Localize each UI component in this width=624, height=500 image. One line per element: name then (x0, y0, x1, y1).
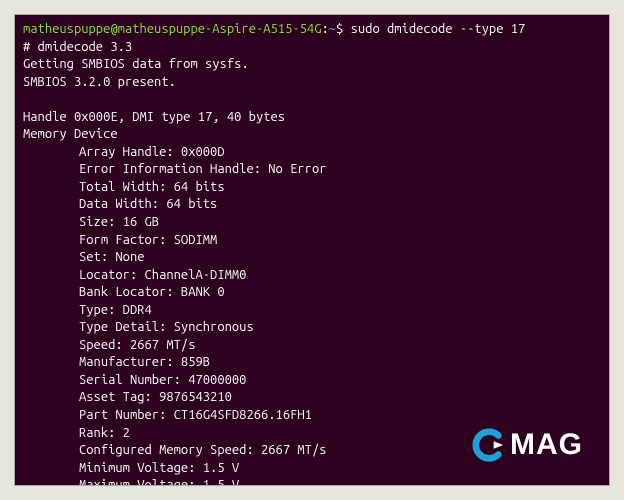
field-set: Set: None (23, 249, 601, 267)
prompt-separator: : (321, 22, 328, 36)
prompt-path: ~ (329, 22, 336, 36)
terminal-window[interactable]: matheuspuppe@matheuspuppe-Aspire-A515-54… (14, 14, 610, 486)
field-data-width: Data Width: 64 bits (23, 196, 601, 214)
prompt-line: matheuspuppe@matheuspuppe-Aspire-A515-54… (23, 21, 601, 39)
output-smbios: SMBIOS 3.2.0 present. (23, 74, 601, 92)
field-speed: Speed: 2667 MT/s (23, 337, 601, 355)
field-max-voltage: Maximum Voltage: 1.5 V (23, 477, 601, 486)
blank-line (23, 91, 601, 109)
command-text: sudo dmidecode --type 17 (351, 22, 526, 36)
field-type: Type: DDR4 (23, 302, 601, 320)
output-source: Getting SMBIOS data from sysfs. (23, 56, 601, 74)
prompt-user-host: matheuspuppe@matheuspuppe-Aspire-A515-54… (23, 22, 321, 36)
prompt-symbol: $ (336, 22, 343, 36)
field-form-factor: Form Factor: SODIMM (23, 232, 601, 250)
field-total-width: Total Width: 64 bits (23, 179, 601, 197)
handle-line: Handle 0x000E, DMI type 17, 40 bytes (23, 109, 601, 127)
field-serial: Serial Number: 47000000 (23, 372, 601, 390)
field-cfg-speed: Configured Memory Speed: 2667 MT/s (23, 442, 601, 460)
section-title: Memory Device (23, 126, 601, 144)
field-locator: Locator: ChannelA-DIMM0 (23, 267, 601, 285)
field-rank: Rank: 2 (23, 425, 601, 443)
field-size: Size: 16 GB (23, 214, 601, 232)
field-part-number: Part Number: CT16G4SFD8266.16FH1 (23, 407, 601, 425)
field-manufacturer: Manufacturer: 859B (23, 354, 601, 372)
output-version: # dmidecode 3.3 (23, 39, 601, 57)
field-min-voltage: Minimum Voltage: 1.5 V (23, 460, 601, 478)
field-asset-tag: Asset Tag: 9876543210 (23, 389, 601, 407)
field-error-info: Error Information Handle: No Error (23, 161, 601, 179)
field-array-handle: Array Handle: 0x000D (23, 144, 601, 162)
field-bank-locator: Bank Locator: BANK 0 (23, 284, 601, 302)
field-type-detail: Type Detail: Synchronous (23, 319, 601, 337)
